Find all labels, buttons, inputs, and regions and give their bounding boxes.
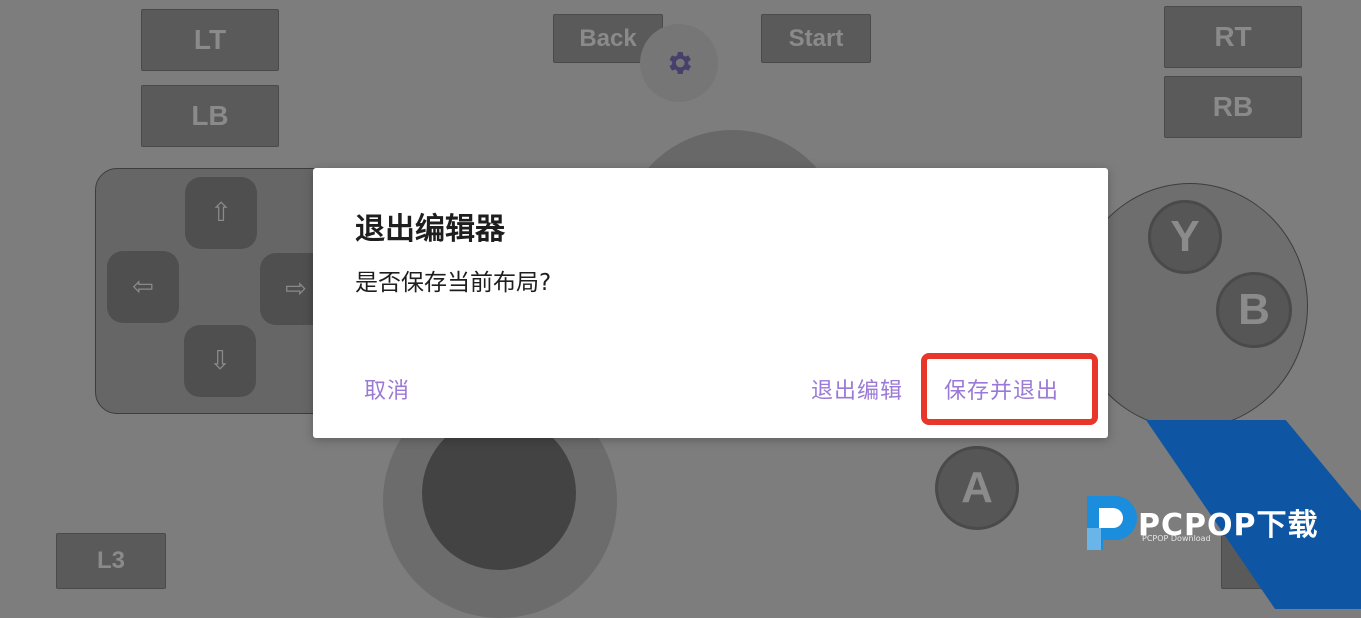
settings-button[interactable] <box>640 24 718 102</box>
dialog-title: 退出编辑器 <box>355 212 505 247</box>
dpad: ⇧ ⇦ ⇨ ⇩ <box>95 168 345 414</box>
gear-icon <box>669 52 691 74</box>
rt-button[interactable]: RT <box>1164 6 1302 68</box>
start-button[interactable]: Start <box>761 14 871 63</box>
left-joystick-knob[interactable] <box>422 416 576 570</box>
y-button[interactable]: Y <box>1148 200 1222 274</box>
lt-button[interactable]: LT <box>141 9 279 71</box>
lb-button[interactable]: LB <box>141 85 279 147</box>
watermark-subtitle: PCPOP Download <box>1142 534 1211 543</box>
dpad-left-button[interactable]: ⇦ <box>107 251 179 323</box>
rb-button[interactable]: RB <box>1164 76 1302 138</box>
cancel-button[interactable]: 取消 <box>364 373 410 405</box>
a-button[interactable]: A <box>935 446 1019 530</box>
l3-button[interactable]: L3 <box>56 533 166 589</box>
b-button[interactable]: B <box>1216 272 1292 348</box>
dialog-message: 是否保存当前布局? <box>355 270 552 296</box>
exit-edit-button[interactable]: 退出编辑 <box>811 373 903 405</box>
dpad-down-button[interactable]: ⇩ <box>184 325 256 397</box>
watermark-logo-icon <box>1087 496 1137 550</box>
annotation-highlight-box <box>921 353 1098 425</box>
dpad-up-button[interactable]: ⇧ <box>185 177 257 249</box>
